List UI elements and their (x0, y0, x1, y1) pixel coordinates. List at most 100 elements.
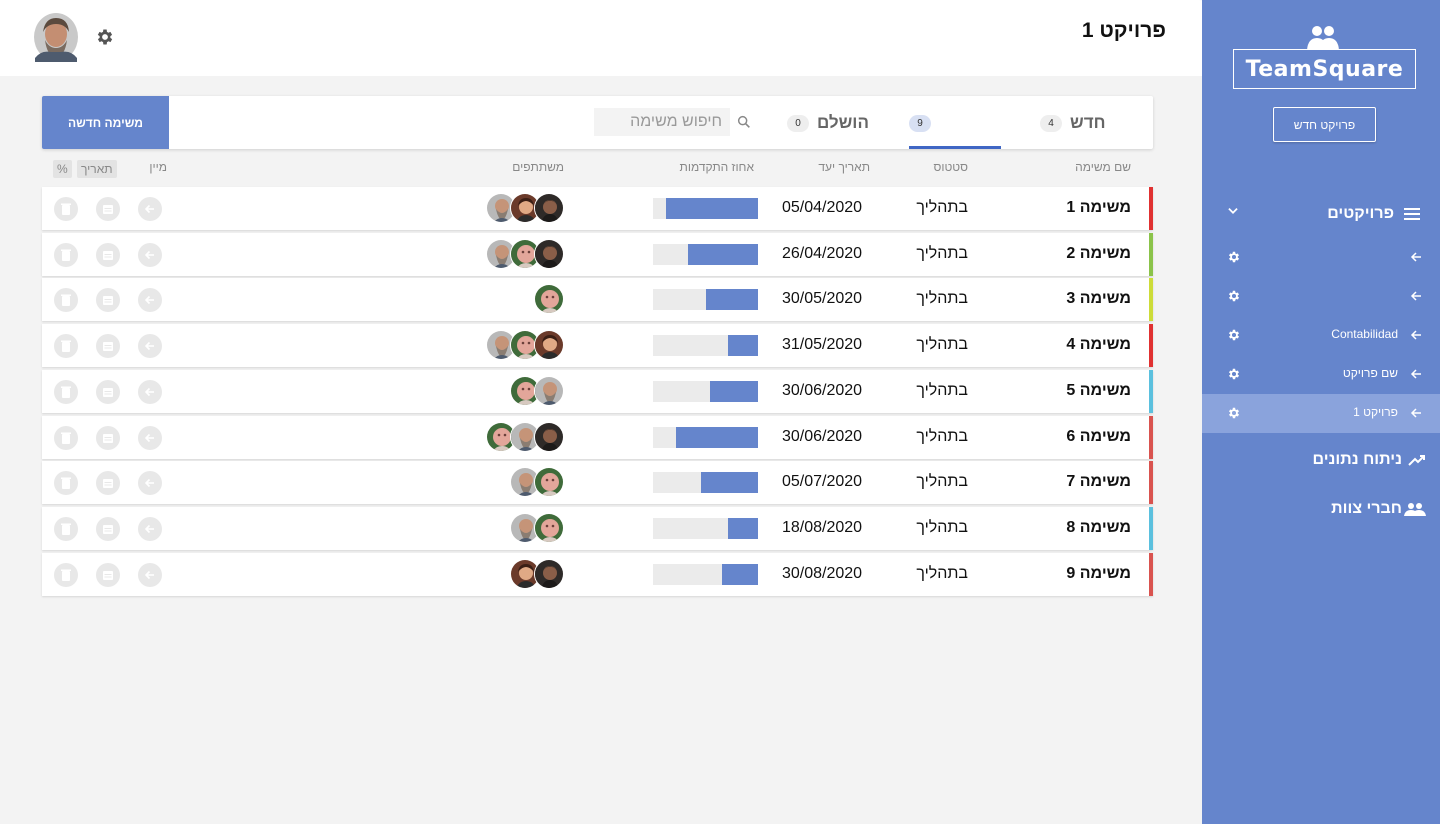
arrow-left-icon[interactable] (138, 334, 162, 358)
member-avatar[interactable] (534, 284, 564, 314)
task-due-date: 31/05/2020 (782, 336, 863, 353)
sidebar-item-projects[interactable]: פרויקטים (1202, 198, 1440, 230)
user-avatar[interactable] (33, 12, 79, 62)
new-task-button[interactable]: משימה חדשה (42, 96, 169, 149)
app-logo[interactable]: TeamSquare (1233, 49, 1416, 89)
trash-icon[interactable] (54, 288, 78, 312)
column-header-members[interactable]: משתתפים (512, 160, 564, 174)
sidebar-item-team[interactable]: חברי צוות (1202, 493, 1440, 525)
calendar-icon[interactable] (96, 471, 120, 495)
task-name[interactable]: משימה 5 (1066, 382, 1131, 400)
table-row[interactable]: משימה 7 בתהליך 05/07/2020 (42, 461, 1153, 504)
task-status: בתהליך (916, 290, 968, 307)
arrow-left-icon[interactable] (138, 563, 162, 587)
sort-by-percent[interactable]: % (53, 160, 72, 178)
gear-icon[interactable] (1227, 406, 1241, 425)
calendar-icon[interactable] (96, 197, 120, 221)
calendar-icon[interactable] (96, 380, 120, 404)
member-avatar[interactable] (534, 559, 564, 589)
tab-new[interactable]: 4 חדש (1040, 96, 1132, 149)
column-header-progress[interactable]: אחוז התקדמות (680, 160, 754, 174)
column-header-status[interactable]: סטטוס (933, 160, 968, 174)
sidebar-project-item[interactable] (1202, 238, 1440, 277)
tab-label: חדש (1070, 113, 1106, 132)
trash-icon[interactable] (54, 471, 78, 495)
table-row[interactable]: משימה 2 בתהליך 26/04/2020 (42, 233, 1153, 276)
progress-bar (653, 198, 758, 219)
arrow-left-icon[interactable] (138, 517, 162, 541)
member-avatar[interactable] (534, 467, 564, 497)
new-project-button[interactable]: פרויקט חדש (1273, 107, 1376, 142)
sidebar-item-label: פרויקטים (1327, 205, 1394, 222)
gear-icon[interactable] (1227, 328, 1241, 347)
sidebar: TeamSquare פרויקט חדש פרויקטים Contabili… (1202, 0, 1440, 824)
sidebar-project-item[interactable]: Contabilidad (1202, 316, 1440, 355)
priority-stripe (1149, 507, 1153, 550)
arrow-left-icon[interactable] (138, 426, 162, 450)
trash-icon[interactable] (54, 243, 78, 267)
calendar-icon[interactable] (96, 426, 120, 450)
table-row[interactable]: משימה 1 בתהליך 05/04/2020 (42, 187, 1153, 230)
trash-icon[interactable] (54, 197, 78, 221)
task-name[interactable]: משימה 3 (1066, 290, 1131, 308)
trash-icon[interactable] (54, 426, 78, 450)
member-avatar[interactable] (534, 330, 564, 360)
sidebar-project-item[interactable]: שם פרויקט (1202, 355, 1440, 394)
calendar-icon[interactable] (96, 517, 120, 541)
sidebar-item-analytics[interactable]: ניתוח נתונים (1202, 444, 1440, 476)
calendar-icon[interactable] (96, 334, 120, 358)
arrow-left-icon[interactable] (138, 288, 162, 312)
settings-gear-icon[interactable] (95, 27, 115, 52)
calendar-icon[interactable] (96, 288, 120, 312)
row-actions (54, 426, 164, 450)
sidebar-project-item[interactable]: פרויקט 1 (1202, 394, 1440, 433)
gear-icon[interactable] (1227, 250, 1241, 269)
arrow-left-icon[interactable] (138, 197, 162, 221)
trash-icon[interactable] (54, 380, 78, 404)
table-row[interactable]: משימה 6 בתהליך 30/06/2020 (42, 416, 1153, 459)
search-input[interactable] (594, 108, 730, 136)
arrow-left-icon[interactable] (138, 243, 162, 267)
table-row[interactable]: משימה 3 בתהליך 30/05/2020 (42, 278, 1153, 321)
table-row[interactable]: משימה 5 בתהליך 30/06/2020 (42, 370, 1153, 413)
member-avatar[interactable] (534, 513, 564, 543)
sidebar-project-item[interactable] (1202, 277, 1440, 316)
task-name[interactable]: משימה 4 (1066, 336, 1131, 354)
chevron-down-icon[interactable] (1226, 204, 1240, 223)
sidebar-project-label: פרויקט 1 (1353, 405, 1398, 419)
search-icon[interactable] (736, 114, 752, 135)
task-name[interactable]: משימה 6 (1066, 428, 1131, 446)
task-due-date: 05/04/2020 (782, 199, 863, 216)
sort-by-date[interactable]: תאריך (77, 160, 117, 178)
task-status: בתהליך (916, 245, 968, 262)
calendar-icon[interactable] (96, 243, 120, 267)
trash-icon[interactable] (54, 334, 78, 358)
member-avatar[interactable] (534, 193, 564, 223)
gear-icon[interactable] (1227, 367, 1241, 386)
arrow-left-icon[interactable] (138, 471, 162, 495)
task-name[interactable]: משימה 8 (1066, 519, 1131, 537)
task-name[interactable]: משימה 2 (1066, 245, 1131, 263)
tab-in-progress[interactable]: 9 (909, 96, 1001, 149)
table-row[interactable]: משימה 8 בתהליך 18/08/2020 (42, 507, 1153, 550)
column-header-due[interactable]: תאריך יעד (818, 160, 870, 174)
member-avatars (510, 513, 564, 543)
trash-icon[interactable] (54, 563, 78, 587)
progress-fill (705, 289, 758, 310)
arrow-left-icon[interactable] (138, 380, 162, 404)
column-header-name[interactable]: שם משימה (1075, 160, 1131, 174)
table-row[interactable]: משימה 4 בתהליך 31/05/2020 (42, 324, 1153, 367)
member-avatar[interactable] (534, 422, 564, 452)
member-avatar[interactable] (534, 239, 564, 269)
progress-bar (653, 472, 758, 493)
table-row[interactable]: משימה 9 בתהליך 30/08/2020 (42, 553, 1153, 596)
task-name[interactable]: משימה 1 (1066, 199, 1131, 217)
task-name[interactable]: משימה 7 (1066, 473, 1131, 491)
tab-done[interactable]: 0 הושלם (787, 96, 879, 149)
member-avatar[interactable] (534, 376, 564, 406)
calendar-icon[interactable] (96, 563, 120, 587)
gear-icon[interactable] (1227, 289, 1241, 308)
trash-icon[interactable] (54, 517, 78, 541)
task-toolbar: משימה חדשה 0 הושלם 9 4 חדש (42, 96, 1153, 149)
task-name[interactable]: משימה 9 (1066, 565, 1131, 583)
